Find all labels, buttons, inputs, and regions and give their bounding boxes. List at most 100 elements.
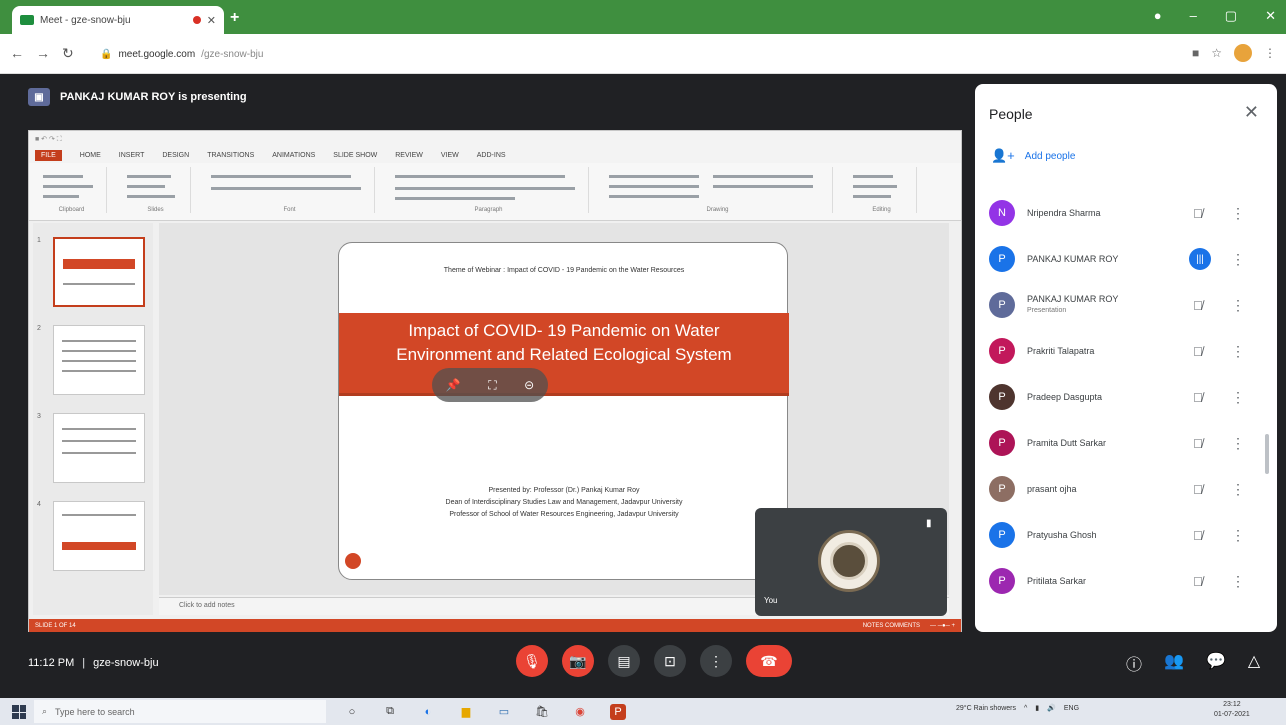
- status-notes-comments[interactable]: NOTES COMMENTS: [863, 623, 920, 629]
- back-arrow-icon[interactable]: ←: [10, 45, 24, 62]
- file-explorer-icon[interactable]: ▆: [458, 704, 474, 720]
- info-icon[interactable]: ⓘ: [1126, 651, 1142, 675]
- ppt-menu-design[interactable]: DESIGN: [162, 152, 189, 159]
- zoom-slider[interactable]: — ─●─ +: [930, 623, 955, 629]
- more-options-icon[interactable]: ⋮: [1231, 389, 1245, 406]
- participant-row[interactable]: P Pramita Dutt Sarkar 🎙̸ ⋮: [975, 420, 1255, 466]
- pin-icon[interactable]: 📌: [446, 378, 461, 392]
- forward-arrow-icon[interactable]: →: [36, 45, 50, 62]
- ribbon-group-editing[interactable]: Editing: [847, 167, 917, 213]
- store-icon[interactable]: 🛍: [534, 704, 550, 720]
- participant-row[interactable]: P Prakriti Talapatra 🎙̸ ⋮: [975, 328, 1255, 374]
- reload-icon[interactable]: ↻: [62, 45, 74, 62]
- browser-menu-icon[interactable]: ⋮: [1264, 46, 1276, 60]
- task-view-icon[interactable]: ⧉: [382, 704, 398, 720]
- chrome-icon[interactable]: ◉: [572, 704, 588, 720]
- mic-muted-icon[interactable]: 🎙̸: [1193, 436, 1203, 451]
- mic-muted-icon[interactable]: 🎙̸: [1193, 390, 1203, 405]
- mic-muted-icon[interactable]: 🎙̸: [1193, 344, 1203, 359]
- mic-muted-icon[interactable]: 🎙̸: [1193, 298, 1203, 313]
- leave-call-button[interactable]: ☎: [746, 645, 792, 677]
- ppt-menu-add-ins[interactable]: ADD-INS: [477, 152, 506, 159]
- edge-icon[interactable]: ◐: [420, 704, 436, 720]
- more-options-icon[interactable]: ⋮: [1231, 527, 1245, 544]
- ppt-menu-home[interactable]: HOME: [80, 152, 101, 159]
- camera-off-button[interactable]: 📷: [562, 645, 594, 677]
- ppt-menu-review[interactable]: REVIEW: [395, 152, 423, 159]
- expand-icon[interactable]: ⛶: [488, 378, 496, 393]
- ppt-menu-animations[interactable]: ANIMATIONS: [272, 152, 315, 159]
- participant-row[interactable]: Pprasant ojha 🎙̸ ⋮: [975, 466, 1255, 512]
- taskbar-search[interactable]: ⌕ Type here to search: [34, 700, 326, 723]
- maximize-button[interactable]: ▢: [1225, 8, 1237, 24]
- ribbon-group-drawing[interactable]: Drawing: [603, 167, 833, 213]
- new-tab-button[interactable]: +: [230, 9, 239, 27]
- language-indicator[interactable]: ENG: [1064, 705, 1079, 712]
- powerpoint-icon[interactable]: P: [610, 703, 626, 720]
- more-options-icon[interactable]: ⋮: [1231, 481, 1245, 498]
- profile-avatar[interactable]: [1234, 44, 1252, 62]
- participant-row[interactable]: P Pritilata Sarkar 🎙̸ ⋮: [975, 558, 1255, 604]
- participant-name: Pratyusha Ghosh: [1027, 529, 1097, 540]
- participant-row[interactable]: P Pratyusha Ghosh 🎙̸ ⋮: [975, 512, 1255, 558]
- participant-row[interactable]: P Pradeep Dasgupta 🎙̸ ⋮: [975, 374, 1255, 420]
- ppt-menu-file[interactable]: FILE: [35, 149, 62, 161]
- more-options-icon[interactable]: ⋮: [1231, 251, 1245, 268]
- windows-start-icon[interactable]: [12, 705, 26, 719]
- url-field[interactable]: 🔒 meet.google.com/gze-snow-bju: [100, 44, 1160, 64]
- tab-meet[interactable]: Meet - gze-snow-bju ✕: [12, 6, 224, 34]
- minimize-button[interactable]: –: [1190, 8, 1197, 24]
- ppt-menu-view[interactable]: VIEW: [441, 152, 459, 159]
- ppt-menu-insert[interactable]: INSERT: [119, 152, 145, 159]
- more-options-icon[interactable]: ⋮: [1231, 343, 1245, 360]
- activities-icon[interactable]: △: [1248, 651, 1260, 675]
- mic-muted-icon[interactable]: 🎙̸: [1193, 528, 1203, 543]
- slide-thumbnail[interactable]: [53, 413, 145, 483]
- ribbon-group-paragraph[interactable]: Paragraph: [389, 167, 589, 213]
- slide-thumbnail[interactable]: [53, 501, 145, 571]
- ppt-menu-transitions[interactable]: TRANSITIONS: [207, 152, 254, 159]
- ribbon-label: Paragraph: [474, 207, 503, 213]
- ribbon-group-font[interactable]: Font: [205, 167, 375, 213]
- tray-chevron-icon[interactable]: ^: [1024, 705, 1027, 712]
- more-options-button[interactable]: ⋮: [700, 645, 732, 677]
- people-scrollbar[interactable]: [1265, 434, 1269, 474]
- network-icon[interactable]: ▮: [1035, 704, 1039, 712]
- mic-muted-icon[interactable]: 🎙̸: [1193, 482, 1203, 497]
- present-button[interactable]: ⊡: [654, 645, 686, 677]
- chat-icon[interactable]: 💬: [1206, 651, 1226, 675]
- account-indicator-icon[interactable]: ●: [1154, 8, 1162, 24]
- mic-muted-icon[interactable]: 🎙̸: [1193, 206, 1203, 221]
- close-icon[interactable]: ✕: [1244, 102, 1259, 123]
- more-options-icon[interactable]: ⋮: [1231, 297, 1245, 314]
- more-options-icon[interactable]: ⋮: [1231, 205, 1245, 222]
- slide-thumbnail[interactable]: [53, 237, 145, 307]
- slide-thumbnail[interactable]: [53, 325, 145, 395]
- bookmark-star-icon[interactable]: ☆: [1211, 46, 1222, 60]
- close-window-button[interactable]: ✕: [1265, 8, 1276, 24]
- more-icon[interactable]: ⊝: [524, 378, 534, 392]
- more-options-icon[interactable]: ⋮: [1231, 573, 1245, 590]
- mic-muted-icon[interactable]: 🎙̸: [1193, 574, 1203, 589]
- camera-indicator-icon[interactable]: ■: [1192, 46, 1199, 60]
- ribbon-group-clipboard[interactable]: Clipboard: [37, 167, 107, 213]
- add-people-button[interactable]: 👤+ Add people: [991, 148, 1075, 164]
- slide-counter: SLIDE 1 OF 14: [35, 622, 76, 629]
- participant-row[interactable]: P PANKAJ KUMAR ROY Presentation 🎙̸ ⋮: [975, 282, 1255, 328]
- mic-off-button[interactable]: 🎙: [516, 645, 548, 677]
- presenter-line: Professor of School of Water Resources E…: [449, 511, 679, 518]
- captions-button[interactable]: ▤: [608, 645, 640, 677]
- people-icon[interactable]: 👥: [1164, 651, 1184, 675]
- meeting-details[interactable]: 11:12 PM | gze-snow-bju: [28, 657, 159, 669]
- taskbar-clock[interactable]: 23:12 01-07-2021: [1214, 700, 1250, 720]
- weather-text[interactable]: 29°C Rain showers: [956, 705, 1016, 712]
- participant-row[interactable]: P PANKAJ KUMAR ROY ||| ⋮: [975, 236, 1255, 282]
- participant-row[interactable]: N Nripendra Sharma 🎙̸ ⋮: [975, 190, 1255, 236]
- cortana-icon[interactable]: ○: [344, 704, 360, 720]
- more-options-icon[interactable]: ⋮: [1231, 435, 1245, 452]
- mail-icon[interactable]: ▭: [496, 704, 512, 720]
- close-tab-icon[interactable]: ✕: [207, 14, 216, 27]
- ppt-menu-slide-show[interactable]: SLIDE SHOW: [333, 152, 377, 159]
- ribbon-group-slides[interactable]: Slides: [121, 167, 191, 213]
- volume-icon[interactable]: 🔊: [1047, 704, 1056, 712]
